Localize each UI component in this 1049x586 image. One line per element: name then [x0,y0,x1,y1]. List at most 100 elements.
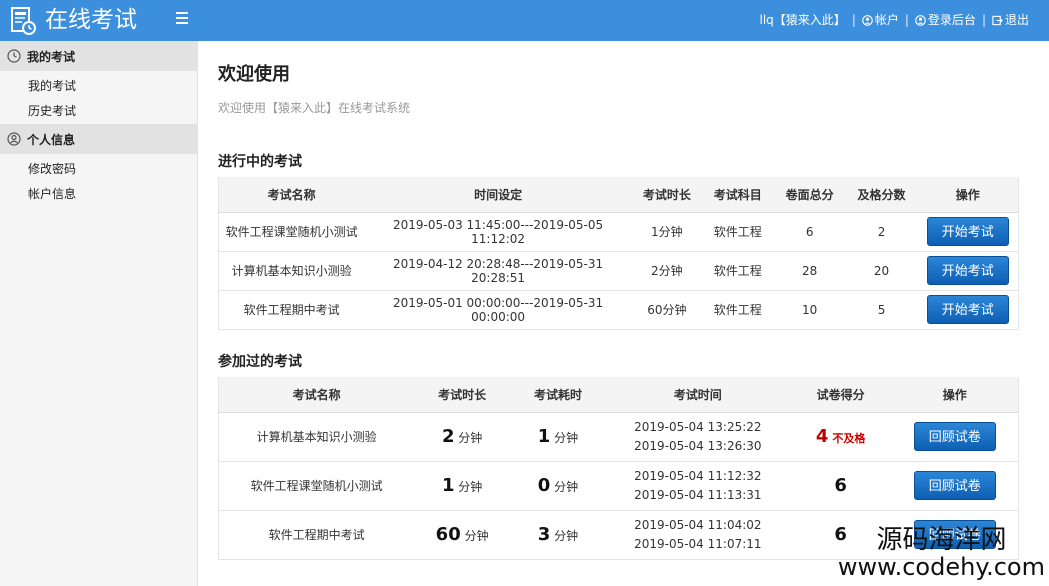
start-exam-button[interactable]: 开始考试 [926,217,1009,246]
exam-start-time: 2019-05-04 13:25:22 [634,419,762,434]
menu-toggle-icon[interactable] [176,12,188,26]
watermark-line1: 源码海洋网 [876,525,1007,555]
column-header: 考试名称 [218,377,415,413]
exam-logo-icon [11,7,36,35]
table-header-row: 考试名称 时间设定 考试时长 考试科目 卷面总分 及格分数 操作 [218,177,1019,213]
exam-name: 计算机基本知识小测验 [218,251,365,291]
nav-separator: | [981,13,986,27]
exam-pass-score: 2 [845,212,918,252]
app-title: 在线考试 [45,7,137,33]
column-header: 考试耗时 [510,377,606,413]
sidebar-group-label: 个人信息 [27,132,76,147]
ongoing-exams-table: 考试名称 时间设定 考试时长 考试科目 卷面总分 及格分数 操作 软件工程课堂随… [218,177,1019,330]
exam-duration: 1 分钟 [414,461,511,511]
taken-exams-title: 参加过的考试 [218,354,302,370]
ongoing-exams-title: 进行中的考试 [218,154,302,170]
review-exam-button[interactable]: 回顾试卷 [913,471,996,500]
exam-time: 2019-05-04 13:25:22 2019-05-04 13:26:30 [605,412,790,462]
column-header: 考试时间 [605,377,790,413]
sidebar-item-history-exams[interactable]: 历史考试 [0,99,197,124]
page-subtitle: 欢迎使用【猿来入此】在线考试系统 [218,101,411,115]
account-label: 帐户 [874,13,899,27]
exam-duration: 60 分钟 [414,510,511,560]
exam-score: 6 [789,461,892,511]
admin-login-label: 登录后台 [927,13,976,27]
table-row: 计算机基本知识小测验 2019-04-12 20:28:48---2019-05… [218,251,1019,291]
clock-icon [7,49,21,63]
exam-time-used: 3 分钟 [510,510,606,560]
exam-time-range: 2019-05-01 00:00:00---2019-05-31 00:00:0… [364,290,632,330]
admin-user-icon [915,14,926,26]
exam-start-time: 2019-05-04 11:12:32 [634,468,762,483]
logout-icon [992,15,1003,25]
sidebar-group-label: 我的考试 [27,49,76,64]
table-row: 软件工程期中考试 2019-05-01 00:00:00---2019-05-3… [218,290,1019,330]
exam-end-time: 2019-05-04 11:07:11 [634,536,762,551]
fail-badge: 不及格 [832,432,866,445]
column-header: 试卷得分 [789,377,892,413]
exam-time-range: 2019-05-03 11:45:00---2019-05-05 11:12:0… [364,212,632,252]
logout-label: 退出 [1004,13,1029,27]
exam-score: 4 不及格 [789,412,892,462]
column-header: 考试名称 [218,177,365,213]
exam-duration: 2分钟 [631,251,702,291]
page-title: 欢迎使用 [218,64,290,85]
review-exam-button[interactable]: 回顾试卷 [913,422,996,451]
nav-separator: | [904,13,909,27]
exam-total-score: 10 [773,290,846,330]
sidebar-group-my-exams[interactable]: 我的考试 [0,41,198,71]
column-header: 考试科目 [701,177,774,213]
sidebar-item-change-password[interactable]: 修改密码 [0,157,197,182]
exam-name: 计算机基本知识小测验 [218,412,415,462]
table-row: 软件工程课堂随机小测试 1 分钟 0 分钟 2019-05-04 11:12:3… [218,461,1019,511]
table-row: 计算机基本知识小测验 2 分钟 1 分钟 2019-05-04 13:25:22… [218,412,1019,462]
start-exam-button[interactable]: 开始考试 [926,295,1009,324]
column-header: 时间设定 [364,177,632,213]
user-icon [7,132,21,146]
exam-time: 2019-05-04 11:12:32 2019-05-04 11:13:31 [605,461,790,511]
exam-pass-score: 20 [845,251,918,291]
column-header: 操作 [891,377,1019,413]
top-header: 在线考试 llq【猿来入此】 | 帐户 | 登录后台 | 退出 [0,0,1049,41]
exam-start-time: 2019-05-04 11:04:02 [634,517,762,532]
account-icon [862,14,873,26]
watermark: 源码海洋网 www.codehy.com [838,526,1045,580]
exam-duration: 1分钟 [631,212,702,252]
column-header: 及格分数 [845,177,918,213]
exam-total-score: 6 [773,212,846,252]
column-header: 考试时长 [631,177,702,213]
exam-subject: 软件工程 [701,212,774,252]
exam-time: 2019-05-04 11:04:02 2019-05-04 11:07:11 [605,510,790,560]
exam-end-time: 2019-05-04 11:13:31 [634,487,762,502]
exam-duration: 2 分钟 [414,412,511,462]
exam-time-range: 2019-04-12 20:28:48---2019-05-31 20:28:5… [364,251,632,291]
sidebar-item-my-exams[interactable]: 我的考试 [0,74,197,99]
start-exam-button[interactable]: 开始考试 [926,256,1009,285]
exam-end-time: 2019-05-04 13:26:30 [634,438,762,453]
exam-name: 软件工程课堂随机小测试 [218,461,415,511]
exam-pass-score: 5 [845,290,918,330]
sidebar: 我的考试 我的考试 历史考试 个人信息 修改密码 帐户信息 [0,41,198,586]
column-header: 考试时长 [414,377,511,413]
user-name-link[interactable]: llq【猿来入此】 [760,12,846,28]
column-header: 卷面总分 [773,177,846,213]
exam-subject: 软件工程 [701,290,774,330]
column-header: 操作 [917,177,1019,213]
table-row: 软件工程课堂随机小测试 2019-05-03 11:45:00---2019-0… [218,212,1019,252]
admin-login-link[interactable]: 登录后台 [915,12,976,28]
exam-time-used: 1 分钟 [510,412,606,462]
exam-duration: 60分钟 [631,290,702,330]
table-header-row: 考试名称 考试时长 考试耗时 考试时间 试卷得分 操作 [218,377,1019,413]
exam-subject: 软件工程 [701,251,774,291]
sidebar-item-account-info[interactable]: 帐户信息 [0,182,197,207]
exam-name: 软件工程课堂随机小测试 [218,212,365,252]
account-link[interactable]: 帐户 [862,12,899,28]
exam-name: 软件工程期中考试 [218,510,415,560]
sidebar-group-personal-info[interactable]: 个人信息 [0,124,198,154]
exam-name: 软件工程期中考试 [218,290,365,330]
exam-total-score: 28 [773,251,846,291]
watermark-line2: www.codehy.com [837,553,1045,581]
exam-time-used: 0 分钟 [510,461,606,511]
logout-link[interactable]: 退出 [992,12,1029,28]
top-nav: llq【猿来入此】 | 帐户 | 登录后台 | 退出 [760,12,1029,28]
